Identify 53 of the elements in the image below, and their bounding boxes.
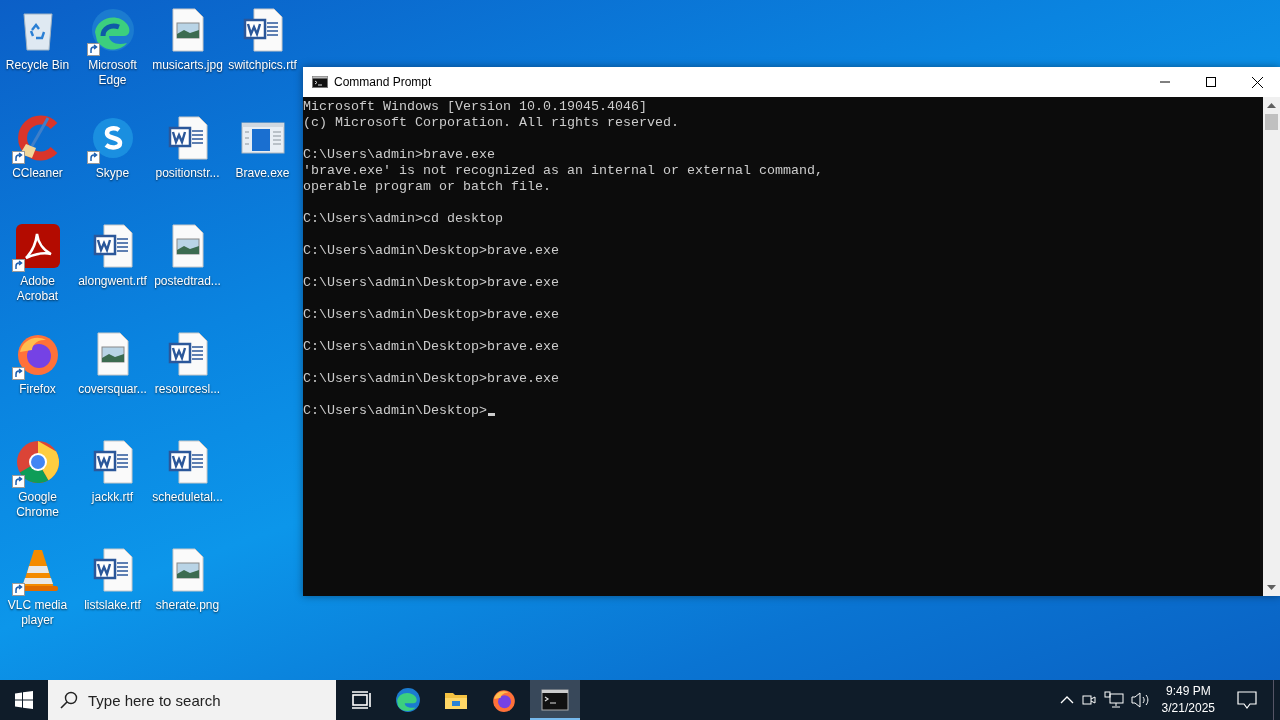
desktop-icon-label[interactable]: Brave.exe [224,166,301,181]
command-prompt-icon [541,687,569,713]
scrollbar-thumb[interactable] [1265,114,1278,130]
volume-icon[interactable] [1129,691,1150,709]
desktop-icon-label[interactable]: resourcesl... [149,382,226,397]
console-line: C:\Users\admin>cd desktop [303,211,503,226]
desktop-icon-label[interactable]: Adobe Acrobat [0,274,76,304]
desktop-icon-label[interactable]: alongwent.rtf [74,274,151,289]
speech-bubble-icon [1237,691,1257,709]
window-title: Command Prompt [334,75,433,89]
search-field[interactable]: Type here to search [48,680,336,720]
desktop-icon-label[interactable]: CCleaner [0,166,76,181]
desktop-icon-label[interactable]: coversquar... [74,382,151,397]
firefox-icon [491,687,517,713]
desktop-icon-label[interactable]: positionstr... [149,166,226,181]
console-line: C:\Users\admin\Desktop> [303,403,487,418]
desktop-icon-label[interactable]: sherate.png [149,598,226,613]
console-line: C:\Users\admin\Desktop>brave.exe [303,307,559,322]
console-line: (c) Microsoft Corporation. All rights reserved. [303,115,679,130]
desktop-icon-label[interactable]: switchpics.rtf [224,58,301,73]
windows-logo-icon [15,691,33,709]
close-icon [1251,76,1263,88]
desktop-icon-label[interactable]: Google Chrome [0,490,76,520]
console-line: C:\Users\admin\Desktop>brave.exe [303,339,559,354]
desktop-icon-label[interactable]: VLC media player [0,598,76,628]
chevron-up-icon[interactable] [1059,696,1074,704]
taskbar-app-button[interactable] [530,680,580,720]
text-cursor [487,413,495,416]
desktop-icon-label[interactable]: listslake.rtf [74,598,151,613]
desktop-icon-label[interactable]: postedtrad... [149,274,226,289]
up-arrow-icon [1267,103,1276,108]
down-arrow-icon [1267,585,1276,590]
maximize-icon [1206,77,1216,87]
clock-button[interactable]: 9:49 PM 3/21/2025 [1155,683,1221,717]
console-line: 'brave.exe' is not recognized as an internal or external command, [303,163,823,178]
desktop-icon-label[interactable]: jackk.rtf [74,490,151,505]
console-line: C:\Users\admin\Desktop>brave.exe [303,243,559,258]
console-line: C:\Users\admin\Desktop>brave.exe [303,371,559,386]
desktop-icon-label[interactable]: musicarts.jpg [149,58,226,73]
console-line: C:\Users\admin\Desktop>brave.exe [303,275,559,290]
console-line: Microsoft Windows [Version 10.0.19045.4046] [303,99,647,114]
desktop-icon-label[interactable]: scheduletal... [149,490,226,505]
console-line: C:\Users\admin>brave.exe [303,147,495,162]
task-view-icon [349,689,371,711]
desktop-icon-label[interactable]: Skype [74,166,151,181]
desktop-icon-label[interactable]: Microsoft Edge [74,58,151,88]
edge-icon [395,687,421,713]
console-line: operable program or batch file. [303,179,551,194]
network-icon[interactable] [1103,691,1124,709]
desktop-icon-label[interactable]: Firefox [0,382,76,397]
acrobat-icon [13,222,62,270]
command-prompt-icon [312,76,328,88]
desktop-icon-label[interactable]: Recycle Bin [0,58,76,73]
